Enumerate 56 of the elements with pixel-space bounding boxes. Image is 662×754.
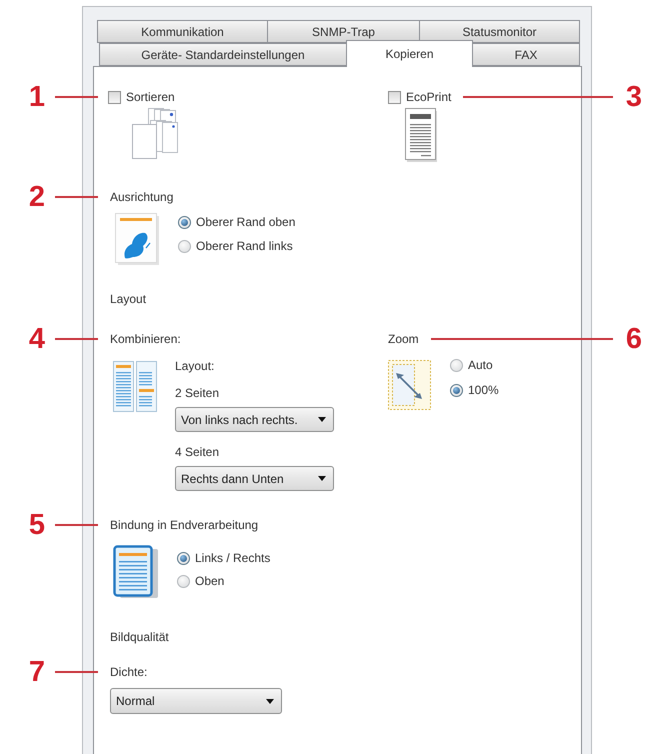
checkbox[interactable] <box>108 90 121 104</box>
tab[interactable]: Statusmonitor <box>419 20 580 43</box>
radio-button[interactable] <box>178 216 191 228</box>
section-heading: Kombinieren: <box>109 332 181 346</box>
stacked-pages-icon <box>130 108 178 160</box>
radio-button[interactable] <box>450 384 463 396</box>
radio-button[interactable] <box>177 574 190 588</box>
page-resize-icon <box>388 360 431 410</box>
group-heading: Bildqualität <box>109 630 169 644</box>
callout-number: 6 <box>624 324 644 354</box>
field-label: 2 Seiten <box>175 386 220 400</box>
dropdown[interactable]: Rechts dann Unten <box>175 466 334 491</box>
radio-label: Oben <box>195 574 224 588</box>
checkbox-label: EcoPrint <box>406 90 452 104</box>
dropdown[interactable]: Von links nach rechts. <box>175 407 334 432</box>
radio-label: Oberer Rand links <box>196 239 293 253</box>
leader-line <box>55 671 98 673</box>
leader-line <box>55 96 98 98</box>
leader-line <box>55 196 98 198</box>
callout-number: 3 <box>624 82 644 112</box>
field-label: Layout: <box>175 359 216 373</box>
caret-icon <box>318 417 326 422</box>
checkbox-label: Sortieren <box>126 90 175 104</box>
leader-line <box>55 338 98 340</box>
radio-label: Links / Rechts <box>195 551 270 565</box>
tab[interactable]: SNMP-Trap <box>267 20 420 43</box>
book-icon <box>113 545 158 598</box>
radio-button[interactable] <box>178 240 191 252</box>
callout-number: 4 <box>28 324 46 354</box>
tab[interactable]: FAX <box>472 43 580 66</box>
callout-number: 2 <box>28 182 46 212</box>
group-heading: Layout <box>109 292 146 306</box>
butterfly-page-icon <box>115 213 159 265</box>
tab[interactable]: Kopieren <box>346 40 473 67</box>
radio-label: Oberer Rand oben <box>196 215 296 229</box>
tab[interactable]: Kommunikation <box>97 20 268 43</box>
section-heading: Zoom <box>388 332 419 346</box>
callout-number: 5 <box>28 510 46 540</box>
dropdown[interactable]: Normal <box>110 688 282 714</box>
leader-line <box>55 524 98 526</box>
section-heading: Ausrichtung <box>109 190 174 204</box>
radio-label: 100% <box>468 383 499 397</box>
callout-number: 7 <box>28 657 46 687</box>
section-heading: Bindung in Endverarbeitung <box>109 518 258 532</box>
field-label: 4 Seiten <box>175 445 220 459</box>
tab[interactable]: Geräte- Standardeinstellungen <box>99 43 347 66</box>
caret-icon <box>266 698 274 704</box>
field-label: Dichte: <box>109 665 148 679</box>
radio-button[interactable] <box>177 552 190 564</box>
radio-button[interactable] <box>450 358 463 372</box>
radio-label: Auto <box>468 358 493 372</box>
page-lines-icon <box>405 108 437 162</box>
callout-number: 1 <box>28 82 46 112</box>
caret-icon <box>318 476 326 481</box>
checkbox[interactable] <box>388 90 401 104</box>
two-pages-icon <box>113 361 157 413</box>
